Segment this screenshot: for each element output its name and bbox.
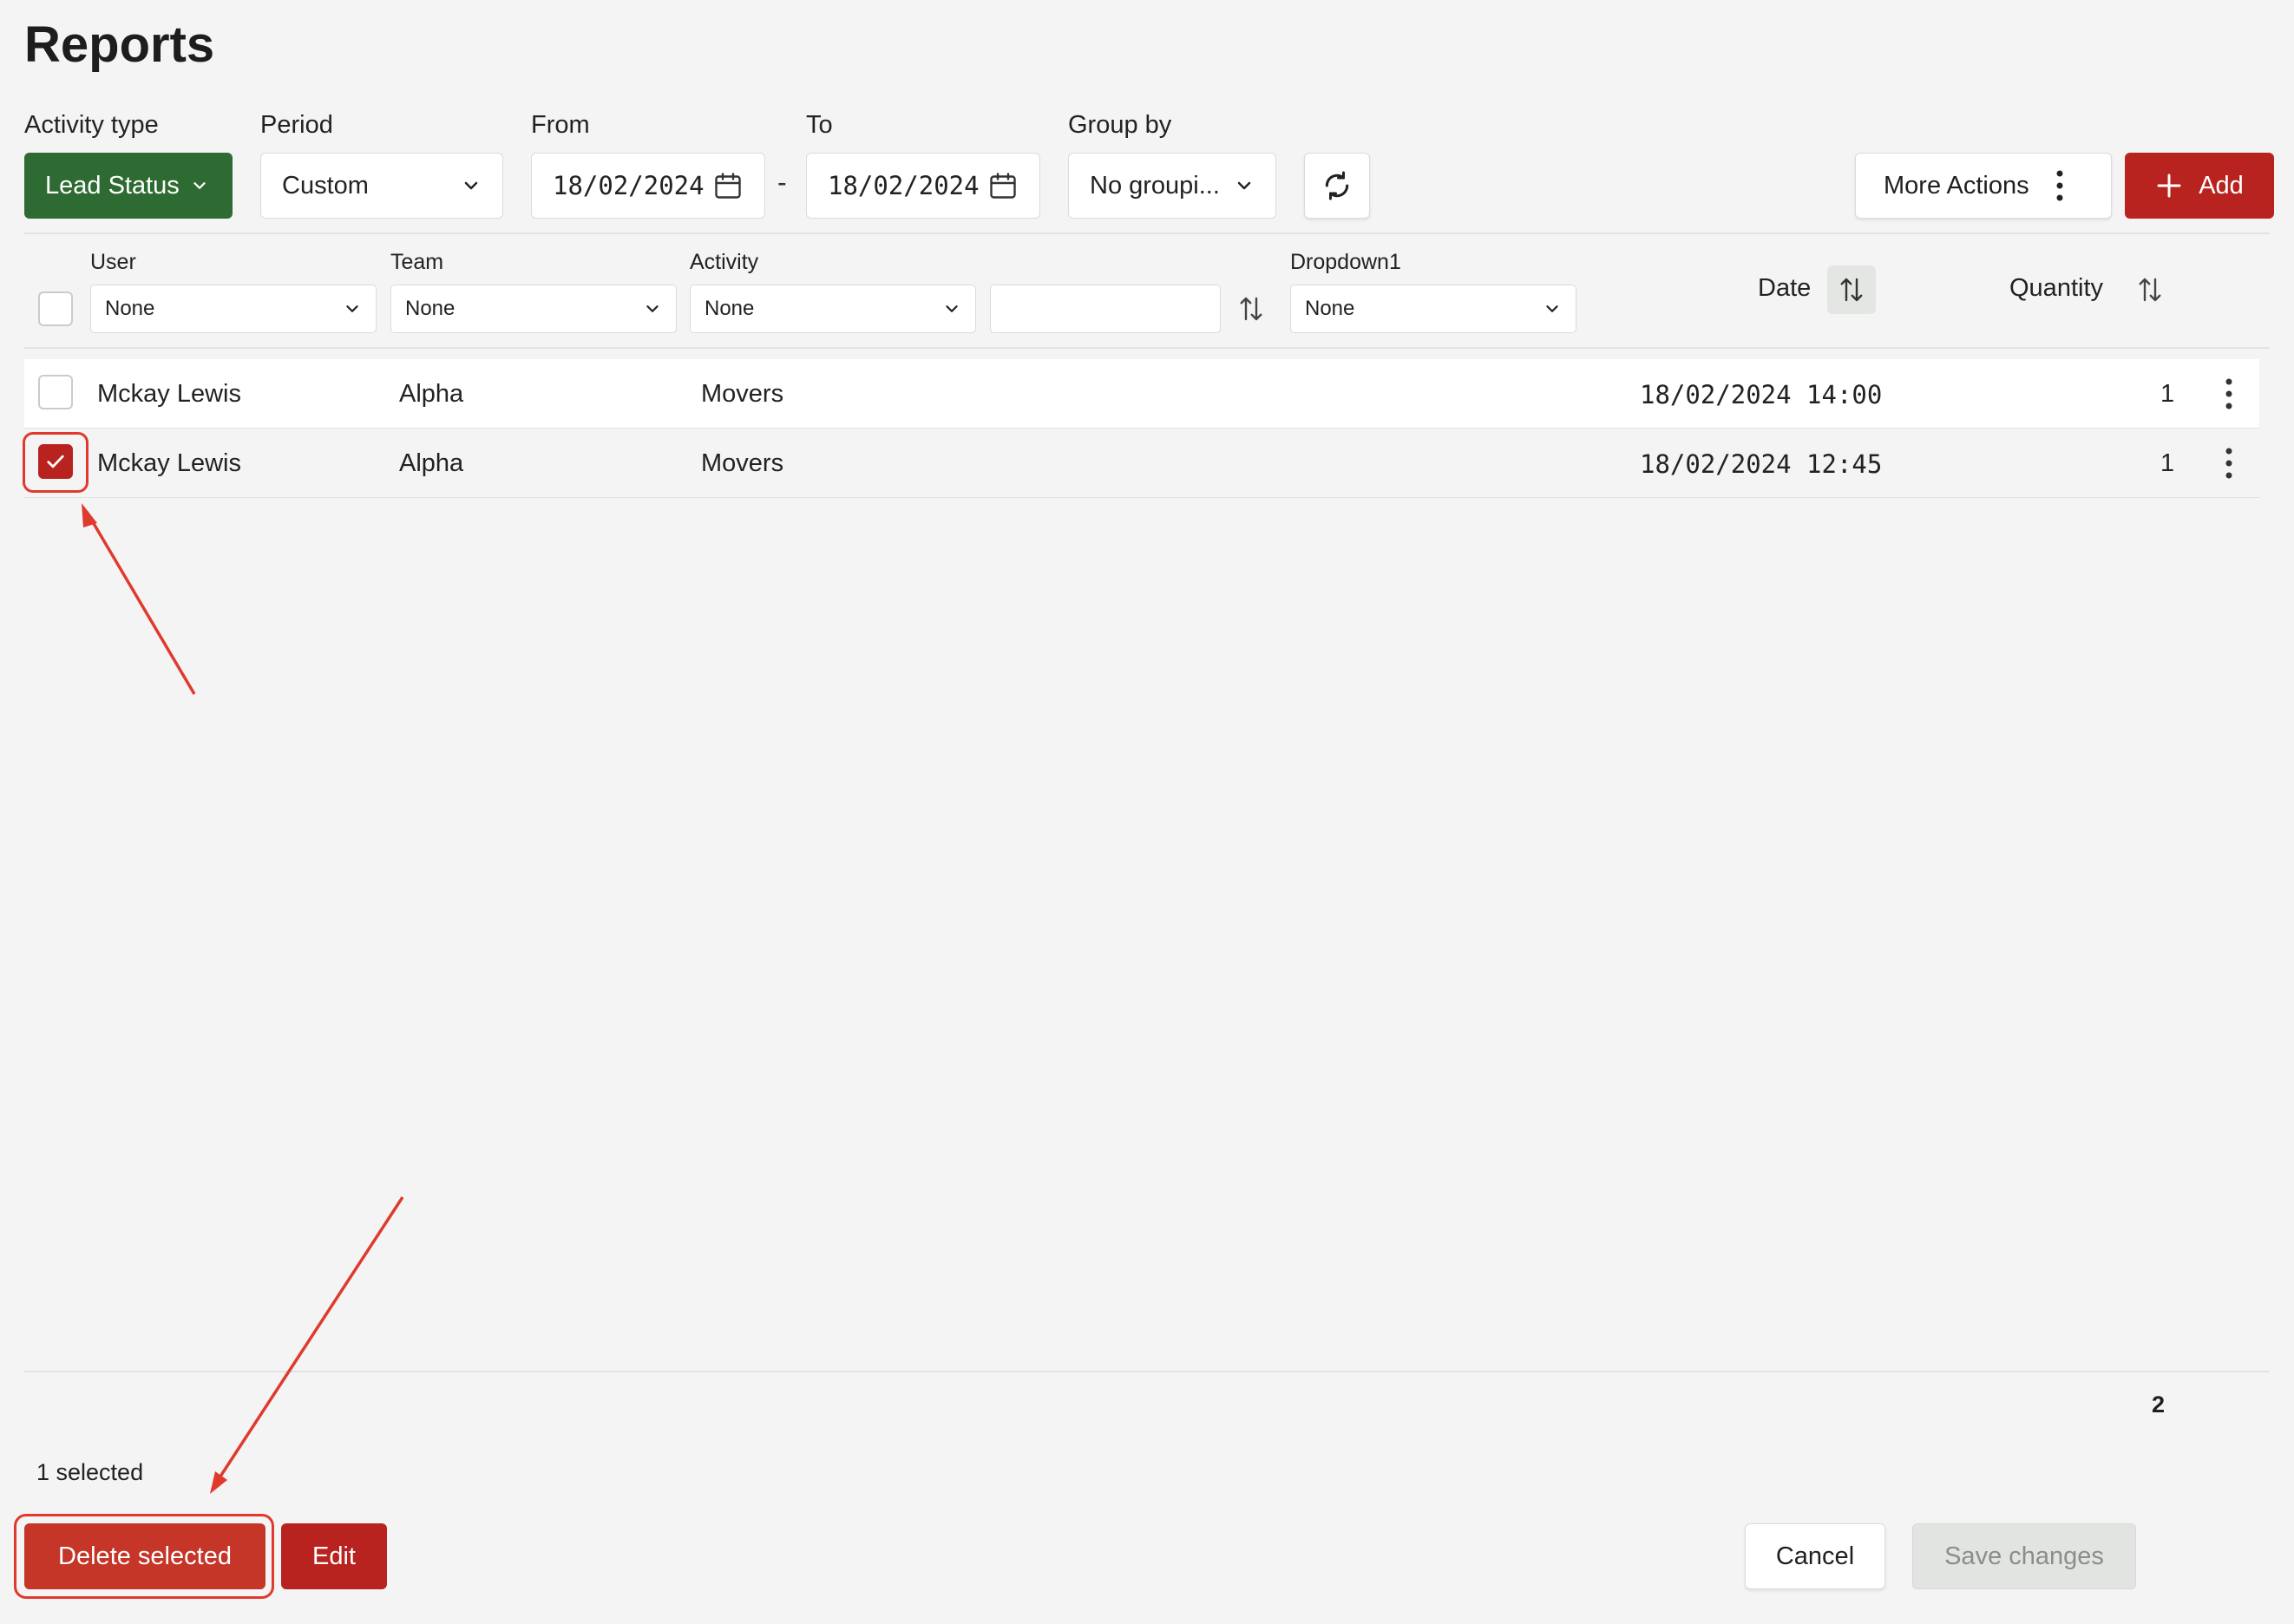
activity-cell: Movers — [701, 380, 784, 408]
sort-icon — [1836, 272, 1867, 307]
arrow-head — [82, 503, 97, 527]
select-all-checkbox[interactable] — [38, 291, 73, 326]
row-checkbox[interactable] — [38, 375, 73, 409]
activity-type-label: Activity type — [24, 111, 159, 139]
add-button[interactable]: Add — [2125, 153, 2274, 219]
date-column-header[interactable]: Date — [1758, 274, 1811, 303]
quantity-cell: 1 — [2160, 449, 2175, 477]
chevron-down-icon — [461, 175, 482, 196]
refresh-button[interactable] — [1304, 153, 1370, 219]
sort-icon[interactable] — [2134, 272, 2166, 307]
chevron-down-icon — [942, 299, 961, 318]
to-label: To — [806, 111, 833, 139]
annotation-arrows — [82, 503, 404, 1494]
activity-cell: Movers — [701, 449, 784, 477]
group-by-label: Group by — [1068, 111, 1172, 139]
team-filter-select[interactable]: None — [390, 285, 677, 333]
to-date-input[interactable]: 18/02/2024 — [806, 153, 1040, 219]
activity-filter-value: None — [705, 297, 755, 320]
dropdown1-column-label: Dropdown1 — [1290, 250, 1401, 274]
refresh-icon — [1320, 168, 1354, 203]
chevron-down-icon — [1543, 299, 1562, 318]
from-label: From — [531, 111, 590, 139]
divider — [24, 1371, 2270, 1372]
plus-icon — [2155, 172, 2183, 200]
table-row[interactable]: Mckay Lewis Alpha Movers 18/02/2024 12:4… — [24, 429, 2259, 498]
date-cell: 18/02/2024 14:00 — [1640, 380, 1883, 409]
arrow-head — [210, 1471, 227, 1494]
activity-column-label: Activity — [690, 250, 759, 274]
period-value: Custom — [282, 171, 369, 200]
activity-type-value: Lead Status — [45, 171, 180, 200]
group-by-value: No groupi... — [1090, 171, 1220, 200]
user-cell: Mckay Lewis — [97, 380, 241, 408]
calendar-icon[interactable] — [987, 170, 1019, 201]
dropdown1-filter-value: None — [1305, 297, 1355, 320]
date-cell: 18/02/2024 12:45 — [1640, 449, 1883, 479]
chevron-down-icon — [1234, 175, 1255, 196]
divider — [24, 232, 2270, 234]
more-actions-label: More Actions — [1884, 171, 2029, 200]
sort-icon[interactable] — [1235, 291, 1267, 326]
page-title: Reports — [24, 16, 215, 73]
quantity-column-header[interactable]: Quantity — [2009, 274, 2103, 303]
team-cell: Alpha — [399, 380, 464, 408]
chevron-down-icon — [643, 299, 662, 318]
chevron-down-icon — [190, 176, 209, 195]
cancel-button[interactable]: Cancel — [1745, 1523, 1885, 1589]
add-label: Add — [2199, 171, 2244, 200]
user-filter-select[interactable]: None — [90, 285, 377, 333]
team-cell: Alpha — [399, 449, 464, 477]
save-changes-button[interactable]: Save changes — [1912, 1523, 2136, 1589]
date-sort-button[interactable] — [1827, 265, 1876, 314]
team-filter-value: None — [405, 297, 456, 320]
period-label: Period — [260, 111, 333, 139]
delete-selected-button[interactable]: Delete selected — [24, 1523, 265, 1589]
calendar-icon[interactable] — [712, 170, 744, 201]
chevron-down-icon — [343, 299, 362, 318]
table-row[interactable]: Mckay Lewis Alpha Movers 18/02/2024 14:0… — [24, 359, 2259, 429]
activity-type-dropdown[interactable]: Lead Status — [24, 153, 233, 219]
quantity-total: 2 — [2152, 1392, 2166, 1418]
text-filter-input[interactable] — [990, 285, 1221, 333]
edit-button[interactable]: Edit — [281, 1523, 387, 1589]
selected-count: 1 selected — [36, 1459, 144, 1485]
to-date-value: 18/02/2024 — [828, 171, 980, 200]
kebab-icon[interactable] — [2225, 446, 2233, 481]
user-cell: Mckay Lewis — [97, 449, 241, 477]
user-filter-value: None — [105, 297, 155, 320]
activity-filter-select[interactable]: None — [690, 285, 976, 333]
more-actions-button[interactable]: More Actions — [1855, 153, 2112, 219]
date-range-separator: - — [777, 167, 787, 198]
team-column-label: Team — [390, 250, 444, 274]
quantity-cell: 1 — [2160, 380, 2175, 408]
annotation-highlight — [23, 432, 88, 493]
kebab-icon[interactable] — [2225, 377, 2233, 411]
period-select[interactable]: Custom — [260, 153, 503, 219]
from-date-value: 18/02/2024 — [553, 171, 705, 200]
from-date-input[interactable]: 18/02/2024 — [531, 153, 765, 219]
user-column-label: User — [90, 250, 136, 274]
group-by-select[interactable]: No groupi... — [1068, 153, 1276, 219]
dropdown1-filter-select[interactable]: None — [1290, 285, 1576, 333]
kebab-icon — [2055, 168, 2064, 203]
divider — [24, 347, 2270, 349]
